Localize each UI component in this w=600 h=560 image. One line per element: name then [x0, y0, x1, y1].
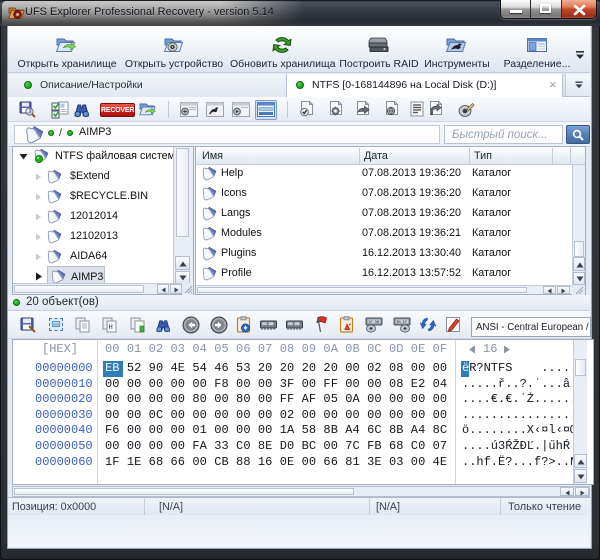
svg-text:3B 1F: 3B 1F [396, 320, 407, 324]
svg-text:1F 3B: 1F 3B [368, 320, 379, 324]
svg-text:H: H [109, 323, 113, 331]
